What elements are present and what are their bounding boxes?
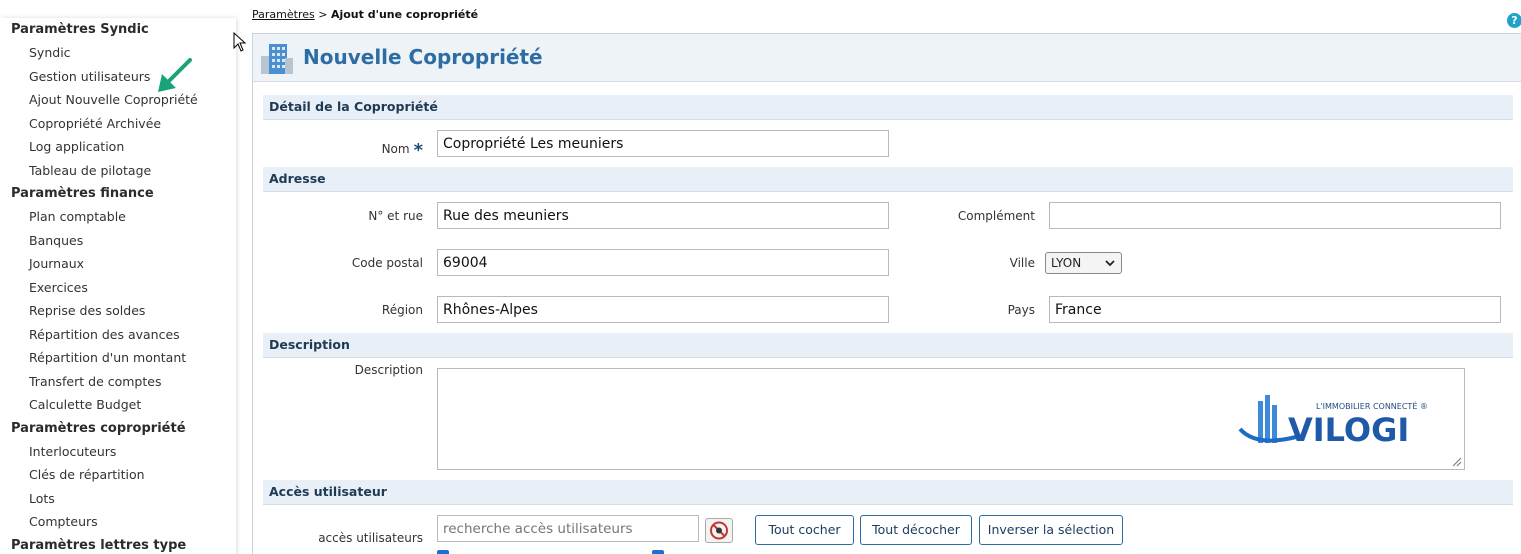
chevron-down-icon bbox=[1105, 260, 1115, 267]
sidebar-section-title: Paramètres copropriété bbox=[11, 420, 186, 436]
section-description-header: Description bbox=[263, 333, 1513, 358]
mouse-cursor-icon bbox=[233, 32, 247, 52]
rue-input[interactable] bbox=[437, 202, 889, 229]
region-label: Région bbox=[381, 303, 423, 317]
code-postal-label: Code postal bbox=[351, 256, 423, 270]
sidebar-section-title: Paramètres finance bbox=[11, 186, 154, 201]
user-checkbox[interactable] bbox=[437, 550, 449, 554]
sidebar-item[interactable]: Lots bbox=[0, 487, 236, 511]
sidebar-item[interactable]: Exercices bbox=[0, 276, 236, 300]
nom-label: Nom * bbox=[381, 140, 423, 161]
sidebar-item[interactable]: Répartition d'un montant bbox=[0, 346, 236, 370]
description-label: Description bbox=[354, 363, 423, 377]
sidebar-section-title: Paramètres lettres type bbox=[11, 537, 187, 553]
sidebar-item[interactable]: Calculette Budget bbox=[0, 393, 236, 417]
ville-label: Ville bbox=[1009, 256, 1035, 270]
breadcrumb-separator: > bbox=[314, 8, 331, 21]
sidebar-item[interactable]: Répartition des avances bbox=[0, 323, 236, 347]
sidebar-item[interactable]: Syndic bbox=[0, 41, 236, 65]
sidebar-item[interactable]: Copropriété Archivée bbox=[0, 112, 236, 136]
nom-input[interactable] bbox=[437, 130, 889, 157]
panel-header: Nouvelle Copropriété bbox=[253, 34, 1521, 82]
pays-input[interactable] bbox=[1049, 296, 1501, 323]
inverser-selection-button[interactable]: Inverser la sélection bbox=[979, 515, 1123, 545]
page-title: Nouvelle Copropriété bbox=[303, 45, 543, 69]
ville-select[interactable]: LYON bbox=[1045, 252, 1122, 274]
code-postal-input[interactable] bbox=[437, 249, 889, 276]
section-detail-header: Détail de la Copropriété bbox=[263, 95, 1513, 120]
sidebar: Paramètres Syndic Syndic Gestion utilisate… bbox=[0, 18, 236, 554]
rue-label: N° et rue bbox=[368, 209, 423, 223]
sidebar-item[interactable]: Gestion utilisateurs bbox=[0, 65, 236, 89]
building-icon bbox=[261, 44, 293, 74]
sidebar-item[interactable]: Interlocuteurs bbox=[0, 440, 236, 464]
required-star-icon: * bbox=[413, 140, 423, 161]
acces-search-input[interactable] bbox=[437, 515, 699, 542]
help-icon[interactable]: ? bbox=[1507, 13, 1521, 28]
description-textarea[interactable]: L'IMMOBILIER CONNECTÉ ® VILOGI bbox=[437, 368, 1465, 470]
sidebar-item[interactable]: Ajout Nouvelle Copropriété bbox=[0, 88, 236, 112]
user-checkbox[interactable] bbox=[652, 550, 664, 554]
logo-tagline: L'IMMOBILIER CONNECTÉ ® bbox=[1316, 400, 1428, 411]
clear-search-button[interactable] bbox=[705, 518, 733, 543]
section-acces-header: Accès utilisateur bbox=[263, 480, 1513, 505]
breadcrumb-current: Ajout d'une copropriété bbox=[330, 8, 479, 21]
region-input[interactable] bbox=[437, 296, 889, 323]
ville-selected-value: LYON bbox=[1051, 256, 1082, 270]
complement-input[interactable] bbox=[1049, 202, 1501, 229]
main-panel: Nouvelle Copropriété Détail de la Coprop… bbox=[252, 33, 1521, 554]
resize-handle-icon[interactable] bbox=[1452, 457, 1462, 467]
section-adresse-header: Adresse bbox=[263, 167, 1513, 192]
green-arrow-annotation bbox=[158, 58, 192, 92]
breadcrumb: Paramètres > Ajout d'une copropriété bbox=[252, 8, 478, 21]
complement-label: Complément bbox=[957, 209, 1035, 223]
sidebar-section-title: Paramètres Syndic bbox=[11, 22, 149, 37]
sidebar-item[interactable]: Clés de répartition bbox=[0, 463, 236, 487]
acces-label: accès utilisateurs bbox=[318, 531, 423, 545]
logo-name: VILOGI bbox=[1288, 411, 1409, 449]
sidebar-item[interactable]: Plan comptable bbox=[0, 205, 236, 229]
sidebar-item[interactable]: Compteurs bbox=[0, 510, 236, 534]
sidebar-item[interactable]: Log application bbox=[0, 135, 236, 159]
sidebar-item[interactable]: Reprise des soldes bbox=[0, 299, 236, 323]
tout-cocher-button[interactable]: Tout cocher bbox=[755, 515, 854, 545]
sidebar-item[interactable]: Journaux bbox=[0, 252, 236, 276]
vilogi-logo: L'IMMOBILIER CONNECTÉ ® VILOGI bbox=[1238, 395, 1428, 449]
breadcrumb-root-link[interactable]: Paramètres bbox=[252, 8, 315, 21]
no-entry-icon bbox=[710, 521, 728, 540]
sidebar-item[interactable]: Tableau de pilotage bbox=[0, 159, 236, 183]
sidebar-item[interactable]: Banques bbox=[0, 229, 236, 253]
tout-decocher-button[interactable]: Tout décocher bbox=[860, 515, 972, 545]
pays-label: Pays bbox=[1007, 303, 1035, 317]
sidebar-item[interactable]: Transfert de comptes bbox=[0, 370, 236, 394]
